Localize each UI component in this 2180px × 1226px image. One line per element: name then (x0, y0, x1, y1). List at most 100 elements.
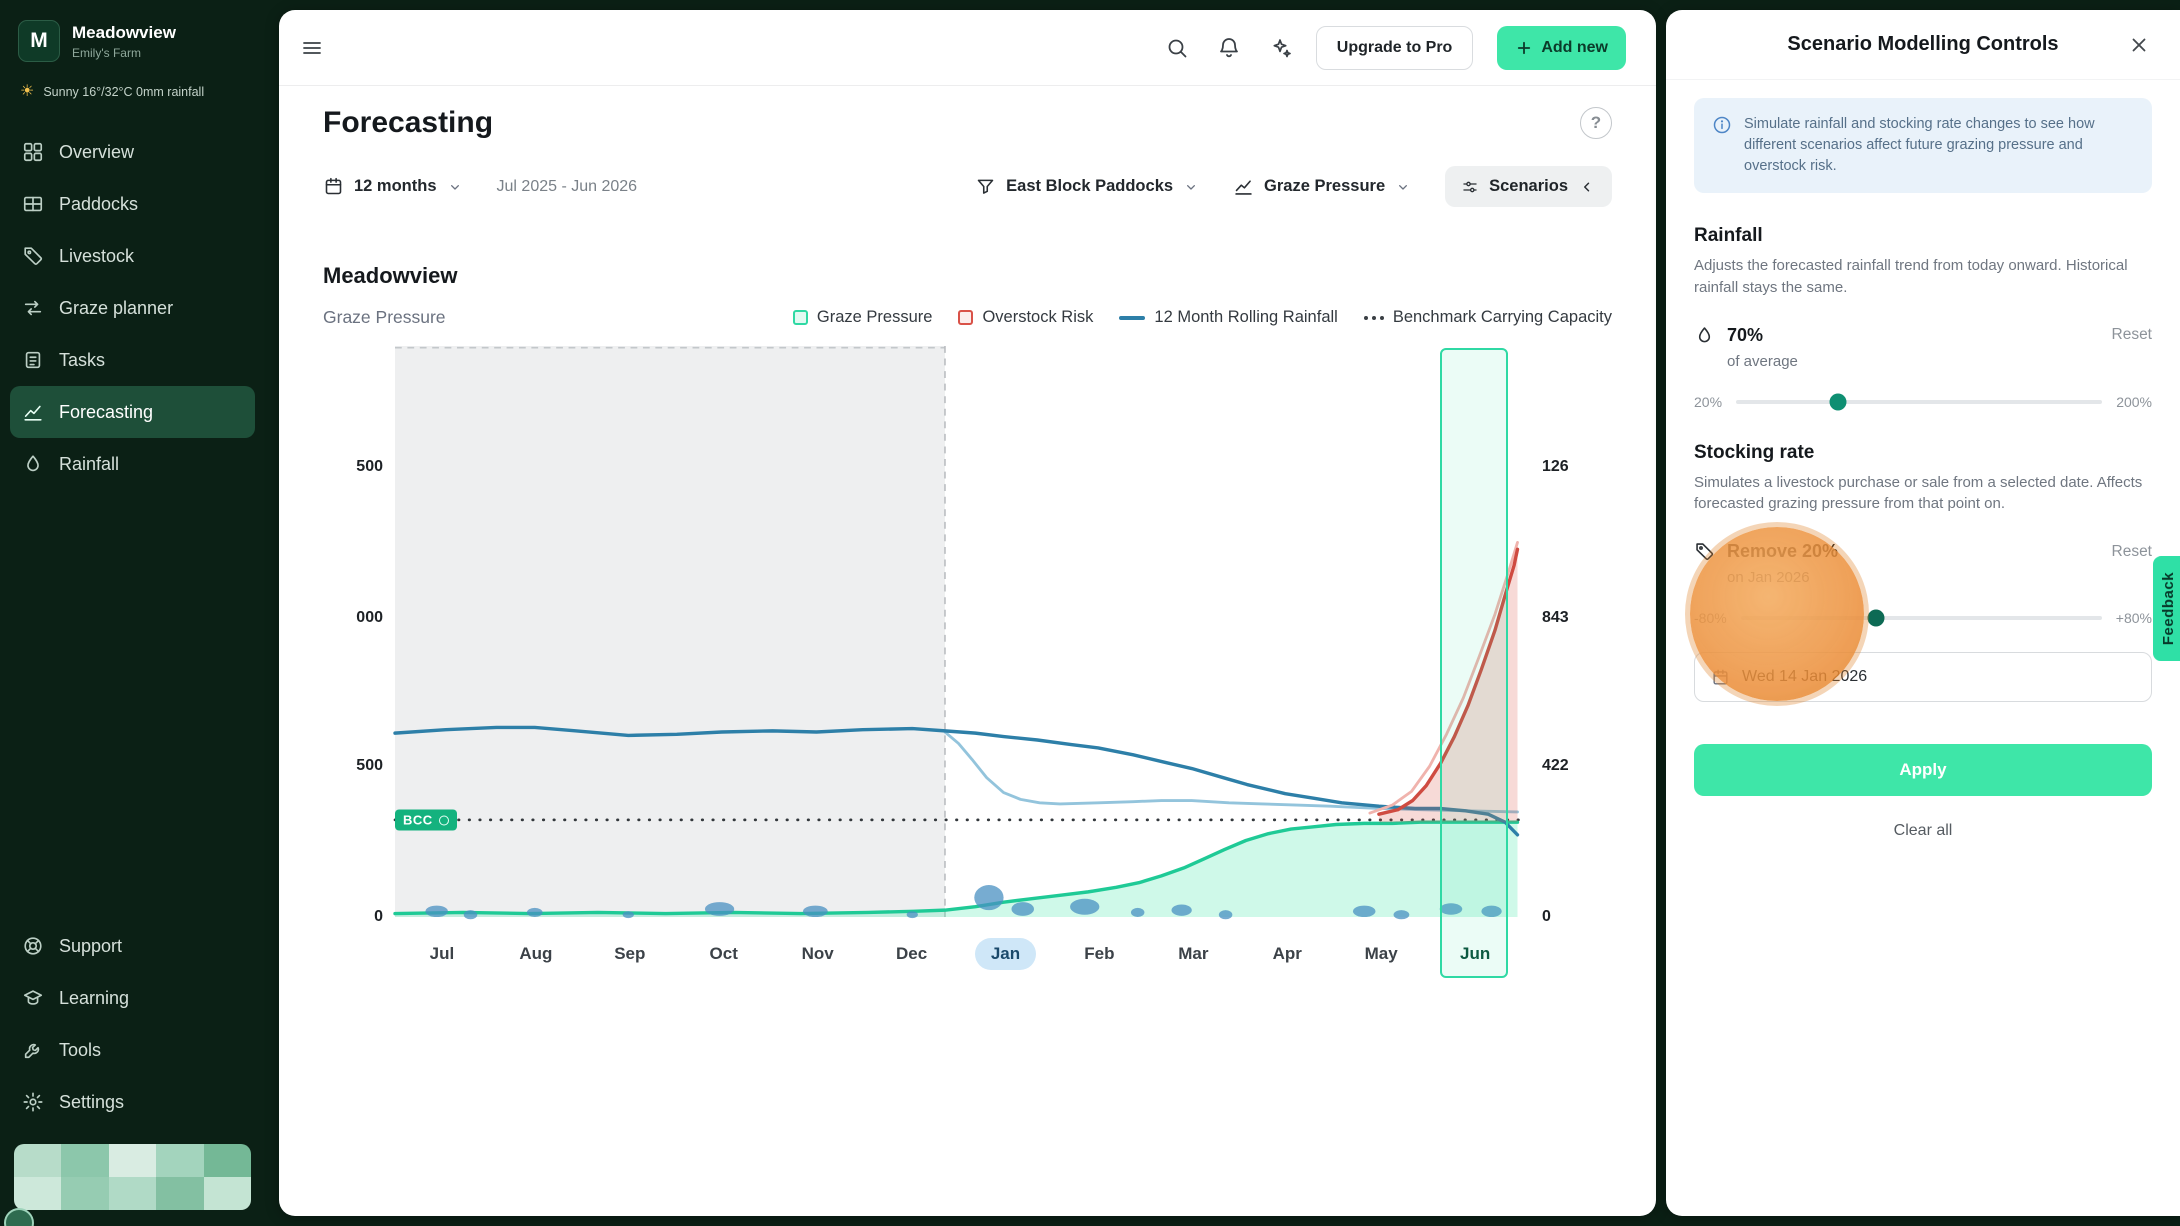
rainfall-reset-button[interactable]: Reset (2112, 326, 2153, 344)
sidebar-item-overview[interactable]: Overview (0, 126, 265, 178)
scenarios-label: Scenarios (1489, 177, 1568, 196)
rain-event-dot (907, 911, 918, 918)
feedback-tab[interactable]: Feedback (2153, 556, 2180, 661)
sparkles-ai-icon[interactable] (1264, 31, 1298, 65)
time-range-dropdown[interactable]: 12 months (323, 176, 463, 197)
sidebar-item-graze-planner[interactable]: Graze planner (0, 282, 265, 334)
help-icon[interactable]: ? (1580, 107, 1612, 139)
metric-dropdown[interactable]: Graze Pressure (1233, 176, 1411, 197)
forecast-chart-card: Meadowview Graze Pressure Graze Pressure… (279, 263, 1656, 996)
legend-rolling-rainfall[interactable]: 12 Month Rolling Rainfall (1119, 308, 1337, 327)
add-new-button[interactable]: Add new (1497, 26, 1626, 70)
paddocks-icon (22, 193, 44, 215)
close-icon[interactable] (2128, 30, 2158, 60)
sidebar-item-label: Graze planner (59, 298, 173, 319)
stocking-date-value: Wed 14 Jan 2026 (1742, 668, 1867, 686)
sidebar-item-label: Overview (59, 142, 134, 163)
paddocks-filter-dropdown[interactable]: East Block Paddocks (975, 176, 1199, 197)
rain-event-dot (1481, 906, 1501, 917)
legend-overstock-risk[interactable]: Overstock Risk (958, 308, 1093, 327)
sidebar-nav: Overview Paddocks Livestock Graze planne… (0, 126, 265, 490)
y-axis-title: Graze Pressure (323, 307, 446, 328)
tasks-icon (22, 349, 44, 371)
chevron-left-icon (1578, 178, 1596, 196)
y-axis-tick-left: 500 (356, 757, 383, 775)
info-banner-text: Simulate rainfall and stocking rate chan… (1744, 114, 2134, 177)
apply-button[interactable]: Apply (1694, 744, 2152, 796)
rainfall-icon (22, 453, 44, 475)
rainfall-section-heading: Rainfall (1694, 225, 2152, 247)
rainfall-slider-min: 20% (1694, 394, 1722, 410)
sidebar-item-label: Forecasting (59, 402, 153, 423)
y-axis-tick-left: 0 (374, 908, 383, 926)
sidebar-item-forecasting[interactable]: Forecasting (10, 386, 255, 438)
stocking-slider-knob[interactable] (1868, 610, 1885, 627)
rainfall-sub-label: of average (1727, 353, 2152, 370)
y-axis-tick-left: 000 (356, 609, 383, 627)
avatar[interactable] (4, 1208, 34, 1226)
clear-all-button[interactable]: Clear all (1894, 822, 1953, 840)
search-icon[interactable] (1160, 31, 1194, 65)
sidebar-item-tools[interactable]: Tools (0, 1024, 265, 1076)
y-axis-tick-right: 126 (1542, 458, 1569, 476)
rain-event-dot (803, 906, 828, 917)
chevron-down-icon (1183, 179, 1199, 195)
sidebar-bottom-nav: Support Learning Tools Settings (0, 920, 265, 1128)
page-title: Forecasting (323, 106, 493, 140)
time-range-label: 12 months (354, 177, 437, 196)
tools-icon (22, 1039, 44, 1061)
stocking-date-field[interactable]: Wed 14 Jan 2026 (1694, 652, 2152, 702)
plus-icon (1515, 39, 1533, 57)
main-content: Upgrade to Pro Add new Forecasting ? 12 … (279, 10, 1656, 1216)
y-axis-tick-left: 500 (356, 458, 383, 476)
chart-legend: Graze Pressure Overstock Risk 12 Month R… (793, 308, 1612, 327)
rain-event-dot (1394, 910, 1410, 919)
topbar: Upgrade to Pro Add new (279, 10, 1656, 86)
sidebar-item-rainfall[interactable]: Rainfall (0, 438, 265, 490)
rainfall-slider-track[interactable] (1736, 400, 2102, 404)
sidebar-item-livestock[interactable]: Livestock (0, 230, 265, 282)
chart-plot-area: BCC (395, 346, 1522, 917)
rain-event-dot (705, 902, 734, 916)
rain-event-dot (974, 885, 1003, 910)
sidebar-item-label: Tools (59, 1040, 101, 1061)
stocking-slider-track[interactable] (1741, 616, 2102, 620)
sidebar-item-support[interactable]: Support (0, 920, 265, 972)
sidebar-item-settings[interactable]: Settings (0, 1076, 265, 1128)
rain-event-dot (527, 908, 543, 917)
legend-graze-pressure[interactable]: Graze Pressure (793, 308, 933, 327)
rainfall-value: 70% (1727, 325, 1763, 346)
month-label-feb: Feb (1052, 931, 1146, 977)
bcc-label: BCC (403, 813, 433, 828)
forecast-chart: 5000005000 BCC 1268434220 JulAugSepOctNo… (323, 346, 1612, 996)
legend-benchmark-capacity[interactable]: Benchmark Carrying Capacity (1364, 308, 1612, 327)
sidebar-item-label: Paddocks (59, 194, 138, 215)
rain-event-dot (1131, 908, 1145, 917)
overstock-risk-area (1379, 549, 1518, 822)
panel-title: Scenario Modelling Controls (1787, 33, 2058, 56)
rain-event-dot (464, 910, 478, 919)
user-profile-blurred[interactable] (14, 1144, 251, 1210)
scenarios-toggle-button[interactable]: Scenarios (1445, 166, 1612, 207)
date-range-label: Jul 2025 - Jun 2026 (497, 178, 638, 196)
paddocks-filter-label: East Block Paddocks (1006, 177, 1173, 196)
rain-event-dot (1219, 910, 1233, 919)
notifications-bell-icon[interactable] (1212, 31, 1246, 65)
legend-label: Benchmark Carrying Capacity (1393, 308, 1612, 327)
sidebar-item-learning[interactable]: Learning (0, 972, 265, 1024)
stocking-value: Remove 20% (1727, 541, 1838, 562)
forecasting-icon (22, 401, 44, 423)
month-label-nov: Nov (771, 931, 865, 977)
legend-label: Graze Pressure (817, 308, 933, 327)
sliders-icon (1461, 178, 1479, 196)
farm-switcher[interactable]: M Meadowview Emily's Farm (0, 14, 265, 68)
rain-event-dot (425, 906, 448, 917)
upgrade-to-pro-button[interactable]: Upgrade to Pro (1316, 26, 1474, 70)
support-icon (22, 935, 44, 957)
rainfall-slider-knob[interactable] (1829, 393, 1846, 410)
sidebar-item-paddocks[interactable]: Paddocks (0, 178, 265, 230)
month-label-jan: Jan (959, 931, 1053, 977)
stocking-reset-button[interactable]: Reset (2112, 543, 2153, 561)
hamburger-menu-button[interactable] (295, 31, 329, 65)
sidebar-item-tasks[interactable]: Tasks (0, 334, 265, 386)
